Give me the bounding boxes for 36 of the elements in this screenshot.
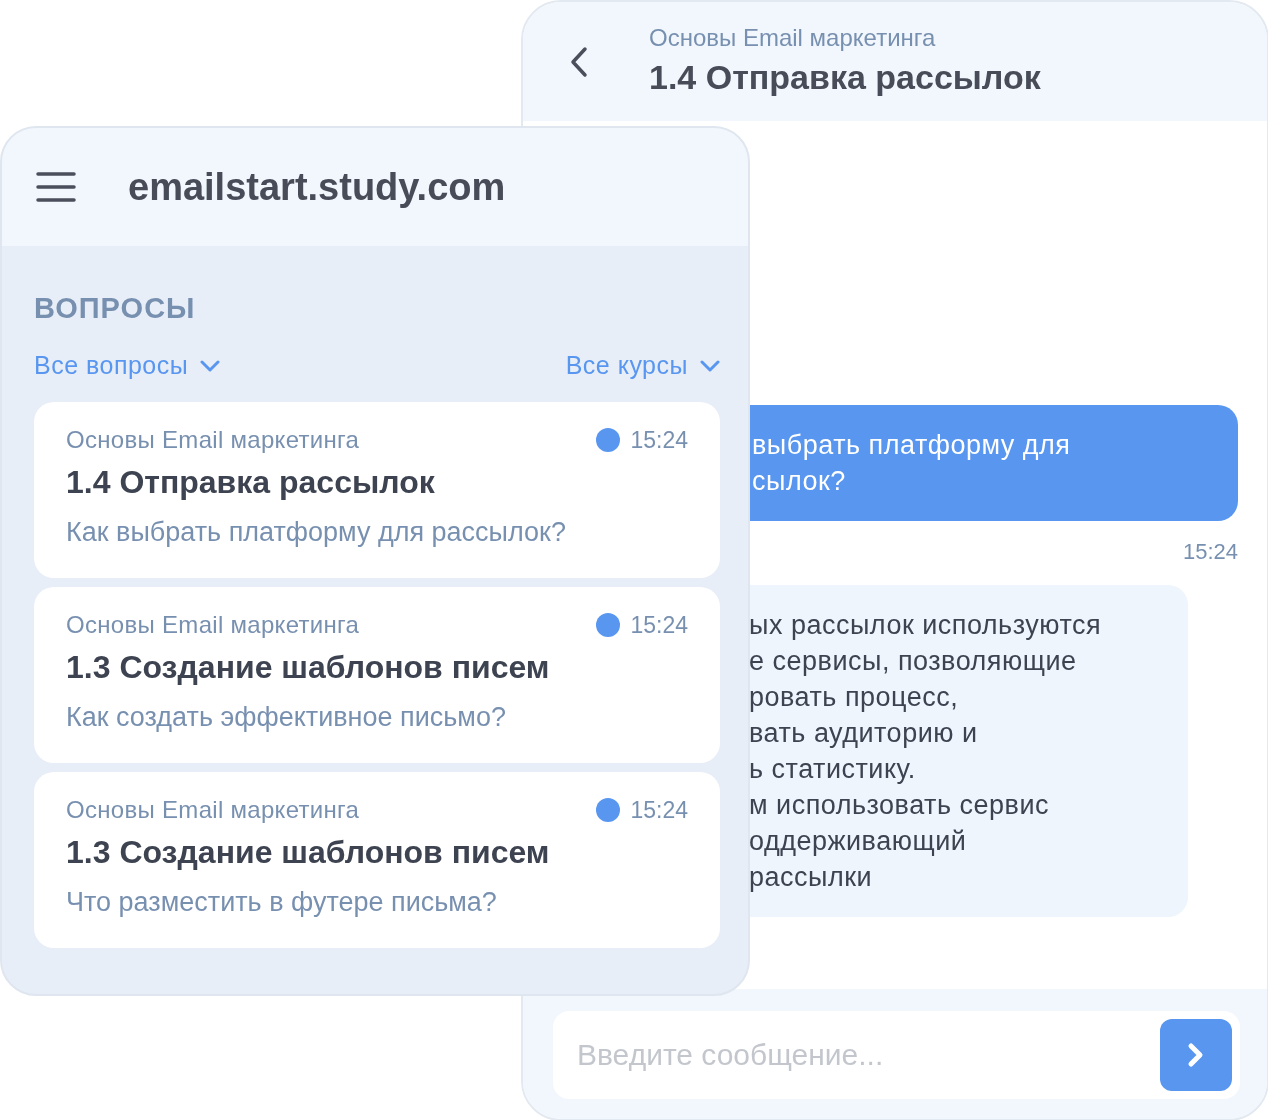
back-icon[interactable]	[569, 45, 589, 78]
question-time: 15:24	[630, 796, 688, 824]
question-text: Как выбрать платформу для рассылок?	[66, 517, 567, 548]
lesson-title: 1.3 Создание шаблонов писем	[66, 649, 551, 686]
course-name: Основы Email маркетинга	[66, 426, 360, 454]
question-card[interactable]: Основы Email маркетинга 15:24 1.4 Отправка рассылок Как выбрать платформу для рассылок?	[34, 402, 720, 578]
caret-icon	[700, 359, 720, 372]
message-text: е сервисы, позволяющие	[749, 645, 1078, 678]
message-text: рассылки	[749, 861, 874, 894]
lesson-title: 1.3 Создание шаблонов писем	[66, 834, 551, 871]
message-input[interactable]: Введите сообщение...	[553, 1011, 1240, 1099]
send-button[interactable]	[1160, 1019, 1232, 1091]
question-card[interactable]: Основы Email маркетинга 15:24 1.3 Создание шаблонов писем Как создать эффективное письмо?	[34, 587, 720, 763]
message-text: ь статистику.	[749, 753, 917, 786]
lesson-title: 1.4 Отправка рассылок	[649, 58, 1041, 97]
question-time: 15:24	[630, 611, 688, 639]
section-heading: ВОПРОСЫ	[34, 292, 197, 325]
course-name: Основы Email маркетинга	[66, 796, 360, 824]
message-text: выбрать платформу для	[752, 429, 1072, 462]
message-text: м использовать сервис	[749, 789, 1050, 822]
caret-icon	[200, 359, 221, 372]
question-text: Как создать эффективное письмо?	[66, 702, 507, 733]
question-text: Что разместить в футере письма?	[66, 887, 498, 918]
question-card[interactable]: Основы Email маркетинга 15:24 1.3 Создание шаблонов писем Что разместить в футере письма?	[34, 772, 720, 948]
course-name: Основы Email маркетинга	[649, 24, 937, 52]
message-text: оддерживающий	[749, 825, 968, 858]
message-text: ых рассылок используются	[749, 609, 1103, 642]
site-title: emailstart.study.com	[128, 165, 506, 209]
menu-icon[interactable]	[36, 172, 76, 202]
question-time: 15:24	[630, 426, 688, 454]
lesson-title: 1.4 Отправка рассылок	[66, 464, 436, 501]
message-text: сылок?	[752, 465, 847, 498]
message-text: ровать процесс,	[749, 681, 960, 714]
message-text: вать аудиторию и	[749, 717, 979, 750]
message-time: 15:24	[1182, 539, 1238, 565]
course-name: Основы Email маркетинга	[66, 611, 360, 639]
